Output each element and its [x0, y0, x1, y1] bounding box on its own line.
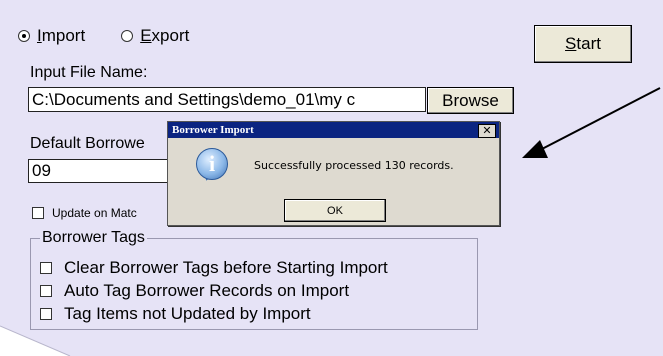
info-icon: i: [196, 148, 228, 180]
borrower-import-dialog: Borrower Import ✕ i Successfully process…: [167, 121, 500, 226]
close-icon[interactable]: ✕: [478, 124, 496, 138]
dialog-title: Borrower Import: [172, 124, 254, 136]
dialog-message: Successfully processed 130 records.: [254, 159, 454, 172]
ok-button[interactable]: OK: [284, 199, 386, 222]
dialog-title-bar: Borrower Import ✕: [168, 122, 499, 138]
